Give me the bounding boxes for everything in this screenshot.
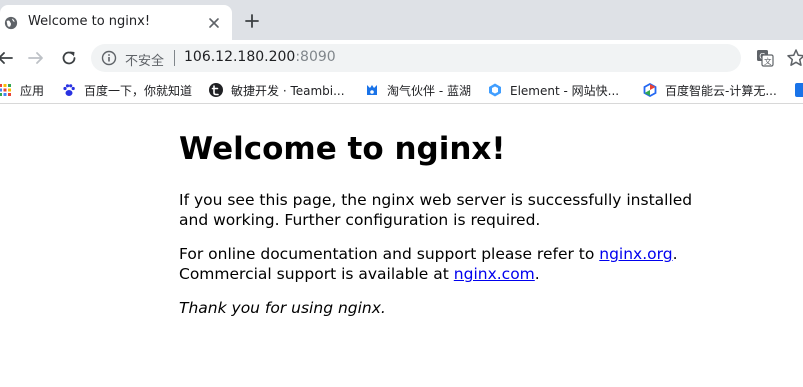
support-punctuation: . [672, 245, 678, 263]
bookmark-label: 百度智能云-计算无... [665, 83, 777, 98]
star-icon[interactable] [786, 48, 803, 68]
thanks-text: Thank you for using nginx. [179, 299, 386, 317]
baidu-paw-icon [63, 84, 75, 96]
bookmark-label: 应用 [20, 83, 45, 98]
bookmark-teambition[interactable]: 敏捷开发 · Teambi... [209, 76, 345, 104]
support-paragraph: For online documentation and support ple… [179, 244, 699, 284]
overflow-bookmark-icon[interactable] [795, 83, 803, 97]
support-text: For online documentation and support ple… [179, 245, 600, 263]
browser-toolbar: 不安全 106.12.180.200:8090 [0, 40, 803, 76]
lanhu-icon [367, 85, 377, 95]
arrow-right-icon[interactable] [27, 49, 45, 67]
page-heading: Welcome to nginx! [179, 131, 506, 167]
element-icon [489, 83, 501, 97]
info-icon[interactable] [101, 50, 117, 66]
bookmark-element[interactable]: Element - 网站快... [488, 76, 619, 104]
bookmark-label: 淘气伙伴 - 蓝湖 [387, 83, 471, 98]
arrow-left-icon[interactable] [0, 49, 14, 67]
baidu-cloud-icon [643, 83, 657, 97]
reload-icon[interactable] [60, 49, 78, 67]
url-divider [174, 50, 175, 66]
tab-strip: Welcome to nginx! [0, 0, 803, 40]
commercial-text: Commercial support is available at [179, 265, 454, 283]
bookmark-apps[interactable]: 应用 [0, 76, 44, 104]
commercial-punctuation: . [534, 265, 540, 283]
tab-title: Welcome to nginx! [28, 14, 151, 29]
plus-icon[interactable] [244, 13, 260, 29]
apps-grid-icon [0, 84, 11, 96]
globe-icon [4, 16, 18, 30]
nginx-com-link[interactable]: nginx.com [454, 265, 535, 283]
bookmark-label: 敏捷开发 · Teambi... [231, 83, 345, 98]
url-text[interactable]: 106.12.180.200:8090 [184, 49, 336, 65]
bookmark-label: 百度一下，你就知道 [84, 83, 193, 98]
url-port: :8090 [295, 49, 336, 65]
bookmark-baidu-cloud[interactable]: 百度智能云-计算无... [643, 76, 777, 104]
close-icon[interactable] [206, 15, 222, 31]
translate-icon[interactable]: G 文 [756, 49, 774, 67]
bookmark-baidu[interactable]: 百度一下，你就知道 [62, 76, 192, 104]
bookmarks-bar: 应用 百度一下，你就知道 敏捷开发 · Teambi... 淘气伙伴 - 蓝湖 … [0, 76, 803, 104]
nginx-org-link[interactable]: nginx.org [599, 245, 672, 263]
security-status[interactable]: 不安全 [125, 50, 164, 69]
bookmark-label: Element - 网站快... [510, 83, 620, 98]
bookmark-lanhu[interactable]: 淘气伙伴 - 蓝湖 [365, 76, 471, 104]
tab-active[interactable]: Welcome to nginx! [0, 5, 232, 40]
address-bar[interactable]: 不安全 106.12.180.200:8090 [91, 44, 741, 72]
url-host: 106.12.180.200 [184, 49, 296, 65]
teambition-icon [209, 83, 223, 97]
svg-text:文: 文 [764, 56, 772, 66]
intro-paragraph: If you see this page, the nginx web serv… [179, 191, 693, 229]
